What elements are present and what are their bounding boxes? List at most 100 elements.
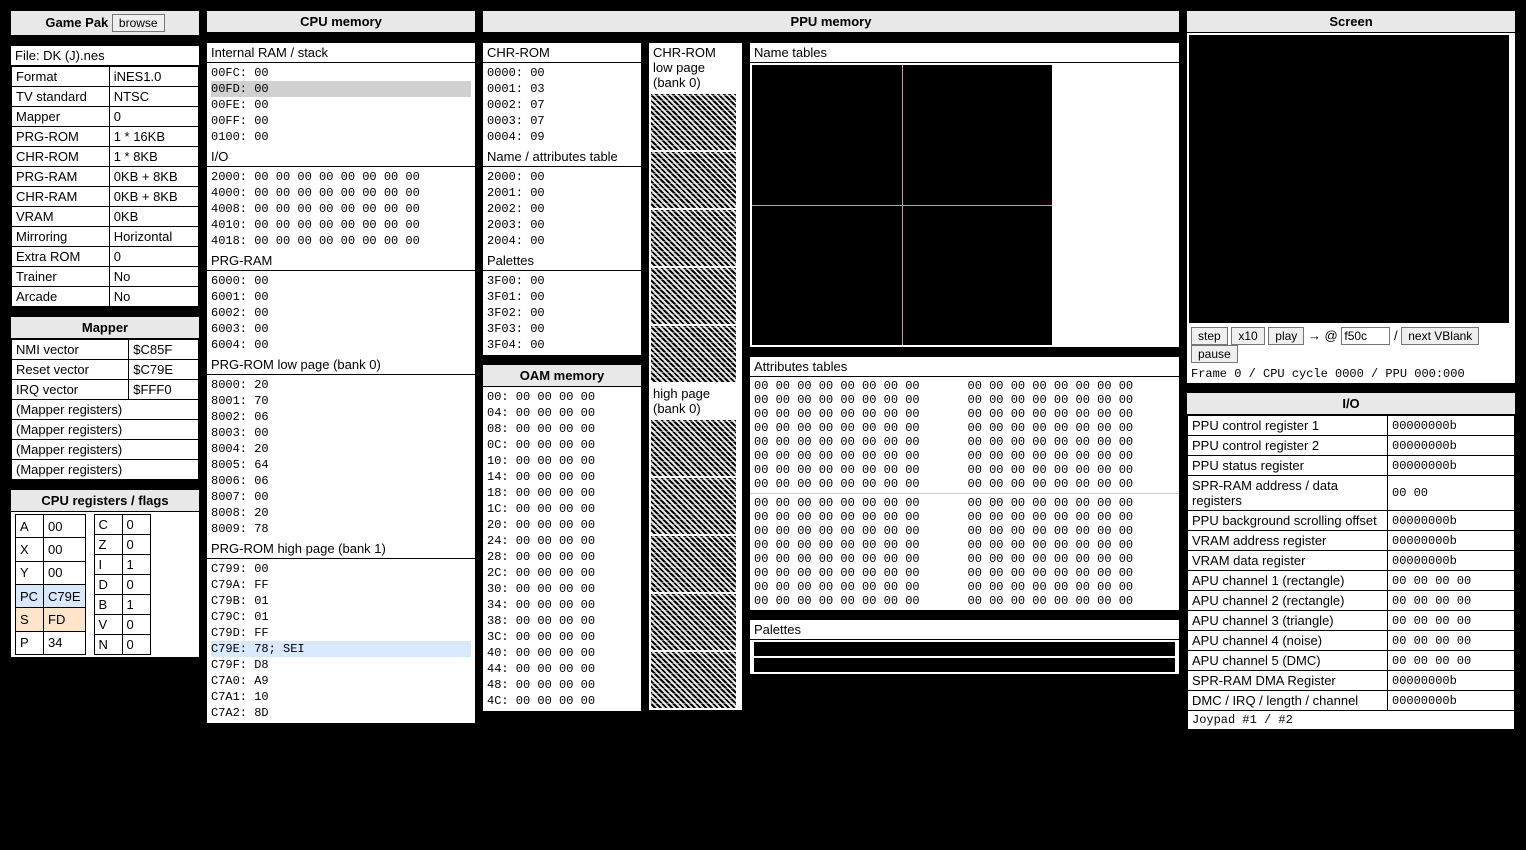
table-row: Y00 <box>16 561 86 584</box>
table-row: MirroringHorizontal <box>12 227 199 247</box>
attr-line: 00 00 00 00 00 00 00 00 <box>754 538 962 552</box>
table-row: Joypad #1 / #2 <box>1188 711 1515 730</box>
table-row: D0 <box>94 575 150 595</box>
table-row: (Mapper registers) <box>12 420 199 440</box>
mem-line: 00FE: 00 <box>211 97 471 113</box>
table-row: X00 <box>16 538 86 561</box>
mem-line: 2001: 00 <box>487 185 637 201</box>
play-button[interactable]: play <box>1268 327 1304 345</box>
attr-line: 00 00 00 00 00 00 00 00 <box>754 435 962 449</box>
table-row: B1 <box>94 595 150 615</box>
mem-line: 3F03: 00 <box>487 321 637 337</box>
chr-label: CHR-ROM <box>483 43 641 63</box>
tile-preview <box>651 652 736 708</box>
attr-line: 00 00 00 00 00 00 00 00 <box>968 580 1176 594</box>
pal-label: Palettes <box>483 251 641 271</box>
mem-line: C7A2: 8D <box>211 705 471 721</box>
mem-line: C79F: D8 <box>211 657 471 673</box>
attr-line: 00 00 00 00 00 00 00 00 <box>754 449 962 463</box>
status-line: Frame 0 / CPU cycle 0000 / PPU 000:000 <box>1187 365 1515 383</box>
table-row: VRAM address register00000000b <box>1188 531 1515 551</box>
mem-line: 8007: 00 <box>211 489 471 505</box>
table-row: ArcadeNo <box>12 287 199 307</box>
gamepak-title: Game Pak <box>45 15 108 30</box>
step-button[interactable]: step <box>1191 327 1228 345</box>
table-row: APU channel 5 (DMC)00 00 00 00 <box>1188 651 1515 671</box>
tile-preview <box>651 268 736 324</box>
cpu-io-label: I/O <box>207 147 475 167</box>
cpumem-header: CPU memory <box>207 11 475 33</box>
mem-line: 44: 00 00 00 00 <box>487 661 637 677</box>
attr-line: 00 00 00 00 00 00 00 00 <box>754 552 962 566</box>
mem-line: C79C: 01 <box>211 609 471 625</box>
table-row: PRG-RAM0KB + 8KB <box>12 167 199 187</box>
mem-line: 8001: 70 <box>211 393 471 409</box>
mem-line: 38: 00 00 00 00 <box>487 613 637 629</box>
attr-line: 00 00 00 00 00 00 00 00 <box>968 477 1176 491</box>
tile-preview <box>651 594 736 650</box>
mem-line: 20: 00 00 00 00 <box>487 517 637 533</box>
palette-bar <box>754 642 1175 656</box>
table-row: (Mapper registers) <box>12 400 199 420</box>
tile-preview <box>651 94 736 150</box>
mem-line: 8009: 78 <box>211 521 471 537</box>
table-row: Extra ROM0 <box>12 247 199 267</box>
nametables-label: Name tables <box>750 43 1179 63</box>
attr-line: 00 00 00 00 00 00 00 00 <box>968 524 1176 538</box>
chr-list: 0000: 000001: 030002: 070003: 070004: 09 <box>483 63 641 147</box>
nametable-view <box>752 65 1052 345</box>
table-row: PPU background scrolling offset00000000b <box>1188 511 1515 531</box>
attr-line: 00 00 00 00 00 00 00 00 <box>754 463 962 477</box>
screen-controls: step x10 play → @ / next VBlank pause <box>1187 325 1515 365</box>
mem-line: 00FD: 00 <box>211 81 471 97</box>
mem-line: 6003: 00 <box>211 321 471 337</box>
x10-button[interactable]: x10 <box>1231 327 1264 345</box>
prghi-list: C799: 00C79A: FFC79B: 01C79C: 01C79D: FF… <box>207 559 475 723</box>
target-address-input[interactable] <box>1341 327 1390 345</box>
file-label: File: DK (J).nes <box>11 46 199 66</box>
mem-line: 0000: 00 <box>487 65 637 81</box>
table-row: DMC / IRQ / length / channel00000000b <box>1188 691 1515 711</box>
table-row: TV standardNTSC <box>12 87 199 107</box>
palette-bar <box>754 658 1175 672</box>
table-row: I1 <box>94 555 150 575</box>
table-row: VRAM0KB <box>12 207 199 227</box>
table-row: PPU control register 200000000b <box>1188 436 1515 456</box>
mem-line: 6004: 00 <box>211 337 471 353</box>
mem-line: 0003: 07 <box>487 113 637 129</box>
table-row: Z0 <box>94 535 150 555</box>
mem-line: 8003: 00 <box>211 425 471 441</box>
mem-line: 3C: 00 00 00 00 <box>487 629 637 645</box>
attr-line: 00 00 00 00 00 00 00 00 <box>968 449 1176 463</box>
table-row: SPR-RAM address / data registers00 00 <box>1188 476 1515 511</box>
pause-button[interactable]: pause <box>1191 345 1238 363</box>
screen-header: Screen <box>1187 11 1515 33</box>
mem-line: C7A0: A9 <box>211 673 471 689</box>
tile-preview <box>651 326 736 382</box>
mem-line: 10: 00 00 00 00 <box>487 453 637 469</box>
attr-tables-bottom: 00 00 00 00 00 00 00 0000 00 00 00 00 00… <box>750 493 1179 610</box>
table-row: PPU status register00000000b <box>1188 456 1515 476</box>
mem-line: 4008: 00 00 00 00 00 00 00 00 <box>211 201 471 217</box>
io-header: I/O <box>1187 393 1515 415</box>
mem-line: 0004: 09 <box>487 129 637 145</box>
table-row: PRG-ROM1 * 16KB <box>12 127 199 147</box>
table-row: Reset vector$C79E <box>12 360 199 380</box>
attr-line: 00 00 00 00 00 00 00 00 <box>968 538 1176 552</box>
nt-list: 2000: 002001: 002002: 002003: 002004: 00 <box>483 167 641 251</box>
tile-preview <box>651 210 736 266</box>
next-vblank-button[interactable]: next VBlank <box>1401 327 1479 345</box>
mem-line: 00FC: 00 <box>211 65 471 81</box>
table-row: TrainerNo <box>12 267 199 287</box>
mem-line: 8004: 20 <box>211 441 471 457</box>
mem-line: 00: 00 00 00 00 <box>487 389 637 405</box>
table-row: IRQ vector$FFF0 <box>12 380 199 400</box>
attr-line: 00 00 00 00 00 00 00 00 <box>754 524 962 538</box>
browse-button[interactable]: browse <box>112 14 165 32</box>
attr-line: 00 00 00 00 00 00 00 00 <box>754 580 962 594</box>
attr-line: 00 00 00 00 00 00 00 00 <box>754 510 962 524</box>
attr-line: 00 00 00 00 00 00 00 00 <box>968 463 1176 477</box>
attrtables-label: Attributes tables <box>750 357 1179 377</box>
prgram-label: PRG-RAM <box>207 251 475 271</box>
attr-line: 00 00 00 00 00 00 00 00 <box>754 421 962 435</box>
